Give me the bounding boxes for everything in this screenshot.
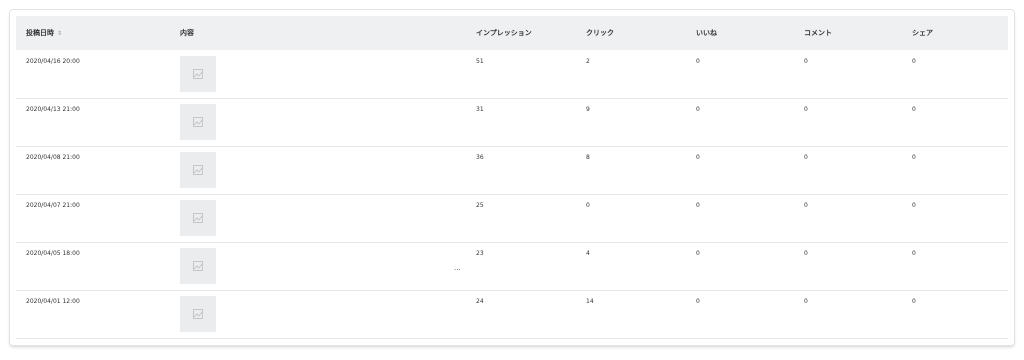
header-date-label: 投稿日時 [26,29,54,37]
table-row[interactable]: 2020/04/01 12:00 24 14 0 0 0 [16,290,1008,339]
image-placeholder-icon [193,213,203,223]
cell-clicks: 0 [586,202,590,209]
table-row[interactable]: 2020/04/13 21:00 31 9 0 0 0 [16,98,1008,147]
cell-date: 2020/04/08 21:00 [26,154,80,161]
cell-clicks: 14 [586,298,594,305]
cell-comments: 0 [804,58,808,65]
header-clicks: クリック [586,29,614,37]
cell-date: 2020/04/16 20:00 [26,58,80,65]
table-row[interactable]: 2020/04/08 21:00 36 8 0 0 0 [16,146,1008,195]
cell-shares: 0 [912,202,916,209]
table-row[interactable]: 2020/04/07 21:00 25 0 0 0 0 [16,194,1008,243]
cell-likes: 0 [696,298,700,305]
image-placeholder-icon [193,117,203,127]
post-thumbnail[interactable] [180,200,216,236]
cell-clicks: 4 [586,250,590,257]
cell-impressions: 31 [476,106,484,113]
header-impressions: インプレッション [476,29,532,37]
post-thumbnail[interactable] [180,56,216,92]
header-comments: コメント [804,29,832,37]
cell-shares: 0 [912,106,916,113]
cell-impressions: 25 [476,202,484,209]
cell-comments: 0 [804,250,808,257]
post-thumbnail[interactable] [180,248,216,284]
posts-table-panel: 投稿日時 ⇕ 内容 インプレッション クリック いいね コメント シェア 2020… [10,10,1014,345]
post-thumbnail[interactable] [180,152,216,188]
cell-date: 2020/04/07 21:00 [26,202,80,209]
cell-date: 2020/04/05 18:00 [26,250,80,257]
cell-likes: 0 [696,154,700,161]
more-menu[interactable]: ... [454,264,461,272]
cell-clicks: 2 [586,58,590,65]
cell-likes: 0 [696,106,700,113]
image-placeholder-icon [193,165,203,175]
cell-clicks: 9 [586,106,590,113]
header-content: 内容 [180,29,194,37]
cell-shares: 0 [912,298,916,305]
table-header: 投稿日時 ⇕ 内容 インプレッション クリック いいね コメント シェア [16,16,1008,50]
cell-shares: 0 [912,250,916,257]
cell-comments: 0 [804,298,808,305]
sort-icon[interactable]: ⇕ [57,17,62,51]
cell-date: 2020/04/01 12:00 [26,298,80,305]
post-thumbnail[interactable] [180,104,216,140]
table-row[interactable]: 2020/04/05 18:00 23 4 0 0 0... [16,242,1008,291]
cell-impressions: 23 [476,250,484,257]
image-placeholder-icon [193,69,203,79]
image-placeholder-icon [193,261,203,271]
cell-likes: 0 [696,58,700,65]
image-placeholder-icon [193,309,203,319]
cell-impressions: 36 [476,154,484,161]
cell-comments: 0 [804,106,808,113]
table-row[interactable]: 2020/04/16 20:00 51 2 0 0 0 [16,50,1008,99]
cell-shares: 0 [912,58,916,65]
cell-impressions: 51 [476,58,484,65]
cell-likes: 0 [696,202,700,209]
cell-impressions: 24 [476,298,484,305]
cell-comments: 0 [804,154,808,161]
cell-comments: 0 [804,202,808,209]
cell-date: 2020/04/13 21:00 [26,106,80,113]
cell-likes: 0 [696,250,700,257]
post-thumbnail[interactable] [180,296,216,332]
cell-shares: 0 [912,154,916,161]
header-likes: いいね [696,29,717,37]
header-shares: シェア [912,29,933,37]
header-date[interactable]: 投稿日時 ⇕ [26,16,62,50]
cell-clicks: 8 [586,154,590,161]
page: 投稿日時 ⇕ 内容 インプレッション クリック いいね コメント シェア 2020… [0,0,1024,360]
